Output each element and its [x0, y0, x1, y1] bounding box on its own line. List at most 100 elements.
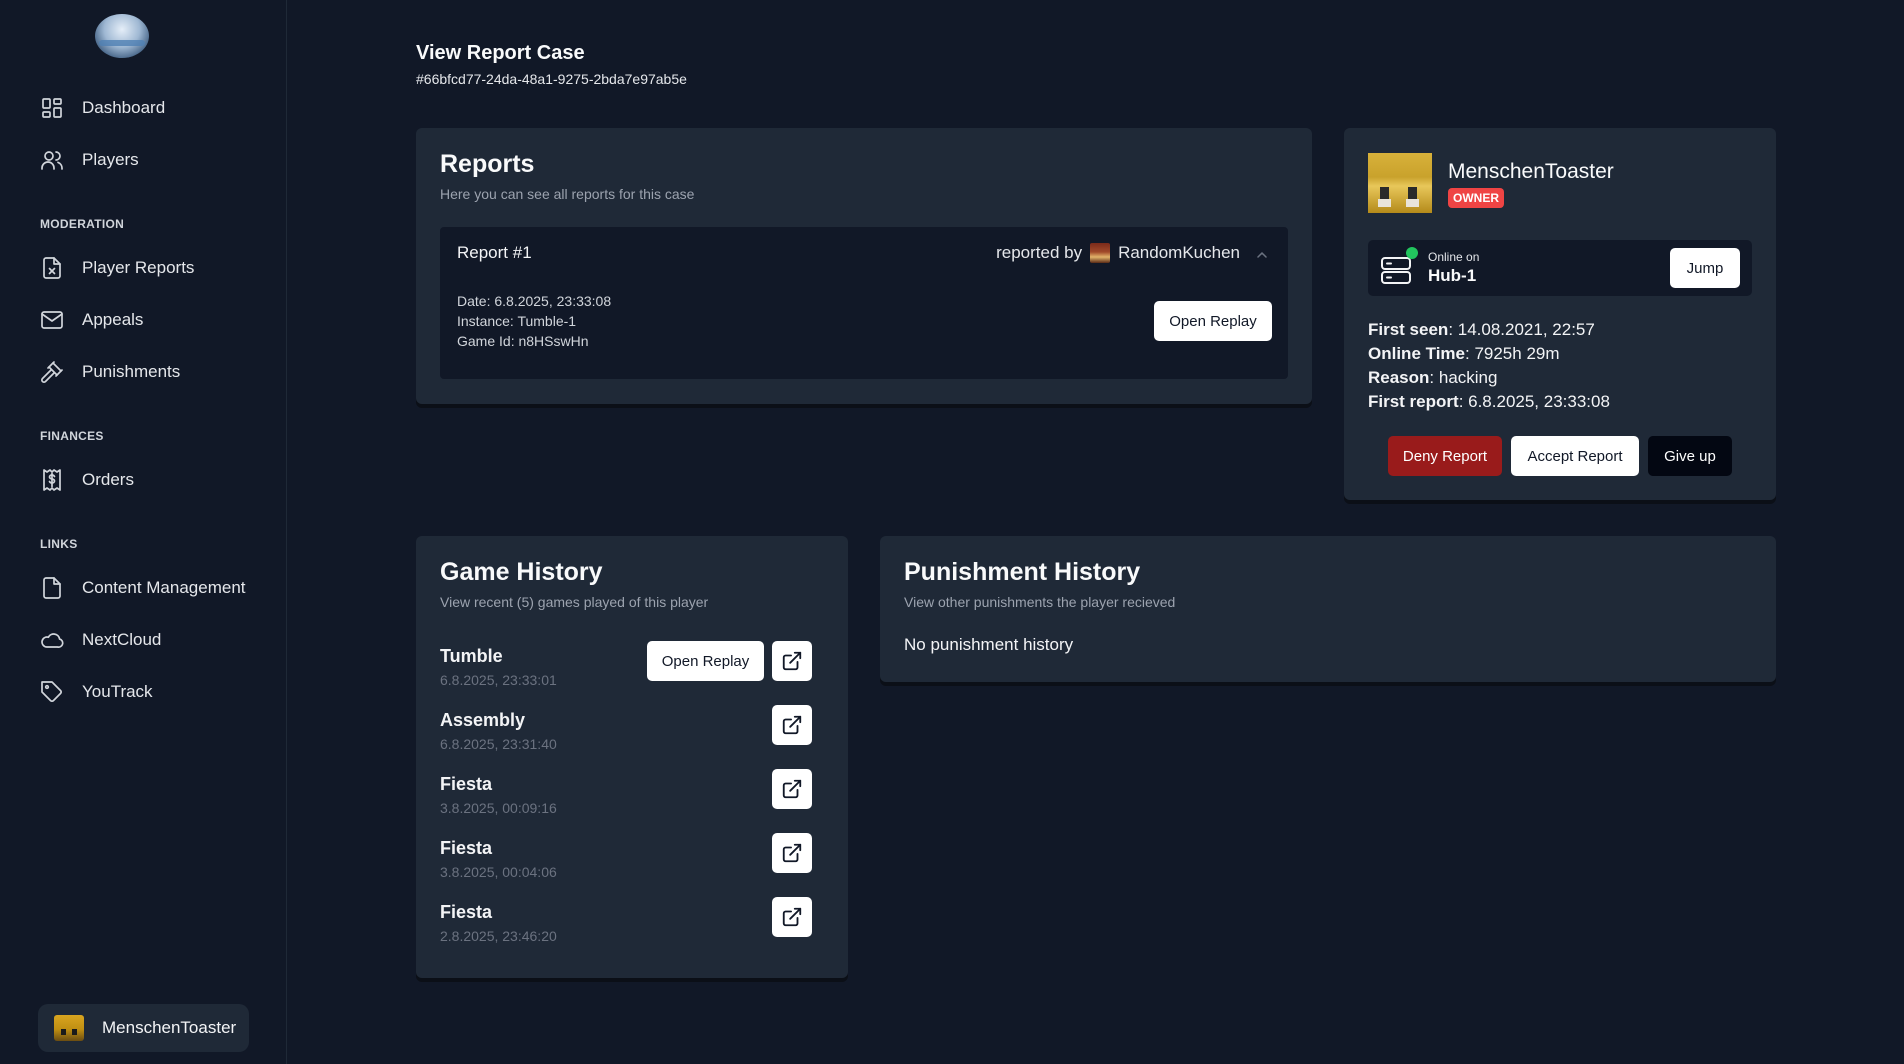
- sidebar-item-label: Punishments: [82, 362, 181, 381]
- reported-by: reported by RandomKuchen: [996, 243, 1240, 263]
- sidebar-item-dashboard[interactable]: Dashboard: [40, 88, 165, 128]
- mail-icon: [41, 311, 63, 329]
- external-link-icon: [782, 907, 802, 927]
- player-name: MenschenToaster: [1448, 160, 1614, 183]
- give-up-button[interactable]: Give up: [1648, 436, 1732, 476]
- game-name: Fiesta: [440, 774, 493, 794]
- report-meta: Date: 6.8.2025, 23:33:08 Instance: Tumbl…: [457, 291, 611, 351]
- first-report: First report: 6.8.2025, 23:33:08: [1368, 390, 1610, 414]
- report-date: Date: 6.8.2025, 23:33:08: [457, 293, 612, 309]
- users-icon: [41, 151, 63, 170]
- player-info: First seen: 14.08.2021, 22:57 Online Tim…: [1368, 318, 1610, 414]
- external-link-icon: [782, 715, 802, 735]
- online-time-label: Online Time: [1368, 344, 1465, 363]
- online-status: Online on Hub-1 Jump: [1368, 240, 1752, 296]
- reason-value: : hacking: [1429, 368, 1498, 387]
- tag-icon: [41, 681, 63, 703]
- game-name: Assembly: [440, 710, 526, 730]
- game-date: 3.8.2025, 00:09:16: [440, 800, 557, 816]
- sidebar-item-orders[interactable]: Orders: [40, 460, 134, 500]
- list-item: Assembly 6.8.2025, 23:31:40: [440, 705, 830, 758]
- deny-report-button[interactable]: Deny Report: [1388, 436, 1502, 476]
- external-link-button[interactable]: [772, 833, 812, 873]
- reason-label: Reason: [1368, 368, 1430, 387]
- list-item: Tumble 6.8.2025, 23:33:01 Open Replay: [440, 641, 830, 694]
- gavel-icon: [41, 361, 63, 383]
- punishment-history-card: Punishment History View other punishment…: [880, 536, 1776, 682]
- sidebar-item-label: Orders: [82, 470, 134, 489]
- punishment-history-subtitle: View other punishments the player reciev…: [904, 594, 1176, 610]
- sidebar-item-label: Players: [82, 150, 139, 169]
- game-date: 6.8.2025, 23:33:01: [440, 672, 557, 688]
- game-date: 3.8.2025, 00:04:06: [440, 864, 557, 880]
- receipt-icon: [43, 469, 61, 491]
- sidebar-item-label: Dashboard: [82, 98, 166, 117]
- page-title: View Report Case: [416, 42, 585, 64]
- case-id: #66bfcd77-24da-48a1-9275-2bda7e97ab5e: [416, 71, 687, 87]
- dashboard-icon: [42, 98, 62, 118]
- reporter-avatar: [1090, 243, 1111, 263]
- sidebar-item-player-reports[interactable]: Player Reports: [40, 248, 194, 288]
- sidebar-item-label: YouTrack: [82, 682, 153, 701]
- file-x-icon: [43, 257, 61, 279]
- first-seen-value: : 14.08.2021, 22:57: [1448, 320, 1595, 339]
- sidebar-item-label: Content Management: [82, 578, 246, 597]
- report-game-id: Game Id: n8HSswHn: [457, 333, 589, 349]
- empty-state: No punishment history: [904, 635, 1074, 654]
- user-menu[interactable]: MenschenToaster: [38, 1004, 249, 1052]
- app-logo[interactable]: [95, 14, 149, 58]
- sidebar-item-label: Appeals: [82, 310, 144, 329]
- sidebar: Dashboard Players MODERATION Player Repo…: [0, 0, 287, 1064]
- punishment-history-title: Punishment History: [904, 558, 1141, 586]
- sidebar-item-content-management[interactable]: Content Management: [40, 568, 246, 608]
- player-avatar: [1368, 153, 1432, 213]
- first-seen-label: First seen: [1368, 320, 1449, 339]
- sidebar-item-label: NextCloud: [82, 630, 162, 649]
- game-name: Fiesta: [440, 902, 493, 922]
- cloud-icon: [41, 633, 64, 648]
- external-link-icon: [782, 843, 802, 863]
- reporter-name[interactable]: RandomKuchen: [1118, 243, 1240, 263]
- section-title-finances: FINANCES: [40, 429, 104, 443]
- open-replay-button[interactable]: Open Replay: [647, 641, 764, 681]
- player-card: MenschenToaster OWNER Online on Hub-1 Ju…: [1344, 128, 1776, 500]
- report-label: Report #1: [457, 243, 532, 262]
- jump-button[interactable]: Jump: [1670, 248, 1740, 288]
- game-name: Tumble: [440, 646, 503, 666]
- external-link-icon: [782, 651, 802, 671]
- first-report-label: First report: [1368, 392, 1459, 411]
- external-link-button[interactable]: [772, 641, 812, 681]
- online-label: Online on: [1428, 250, 1480, 264]
- sidebar-item-youtrack[interactable]: YouTrack: [40, 672, 153, 712]
- report-item: Report #1 reported by RandomKuchen Date:…: [440, 227, 1288, 379]
- game-history-title: Game History: [440, 558, 603, 586]
- external-link-button[interactable]: [772, 705, 812, 745]
- online-indicator-icon: [1406, 247, 1418, 259]
- accept-report-button[interactable]: Accept Report: [1511, 436, 1639, 476]
- sidebar-item-nextcloud[interactable]: NextCloud: [40, 620, 161, 660]
- online-time: Online Time: 7925h 29m: [1368, 342, 1610, 366]
- list-item: Fiesta 3.8.2025, 00:09:16: [440, 769, 830, 822]
- game-history-card: Game History View recent (5) games playe…: [416, 536, 848, 978]
- sidebar-item-players[interactable]: Players: [40, 140, 139, 180]
- external-link-button[interactable]: [772, 897, 812, 937]
- chevron-up-icon[interactable]: [1256, 249, 1268, 261]
- first-seen: First seen: 14.08.2021, 22:57: [1368, 318, 1610, 342]
- sidebar-item-punishments[interactable]: Punishments: [40, 352, 180, 392]
- external-link-button[interactable]: [772, 769, 812, 809]
- sidebar-item-label: Player Reports: [82, 258, 195, 277]
- section-title-moderation: MODERATION: [40, 217, 125, 231]
- game-date: 2.8.2025, 23:46:20: [440, 928, 557, 944]
- role-badge: OWNER: [1448, 188, 1504, 208]
- sidebar-item-appeals[interactable]: Appeals: [40, 300, 143, 340]
- section-title-links: LINKS: [40, 537, 78, 551]
- online-server: Hub-1: [1428, 266, 1477, 285]
- list-item: Fiesta 3.8.2025, 00:04:06: [440, 833, 830, 886]
- online-time-value: : 7925h 29m: [1465, 344, 1560, 363]
- open-replay-button[interactable]: Open Replay: [1154, 301, 1272, 341]
- reports-title: Reports: [440, 150, 535, 178]
- document-icon: [43, 577, 61, 599]
- reported-by-prefix: reported by: [996, 243, 1083, 262]
- game-name: Fiesta: [440, 838, 493, 858]
- reports-subtitle: Here you can see all reports for this ca…: [440, 186, 695, 202]
